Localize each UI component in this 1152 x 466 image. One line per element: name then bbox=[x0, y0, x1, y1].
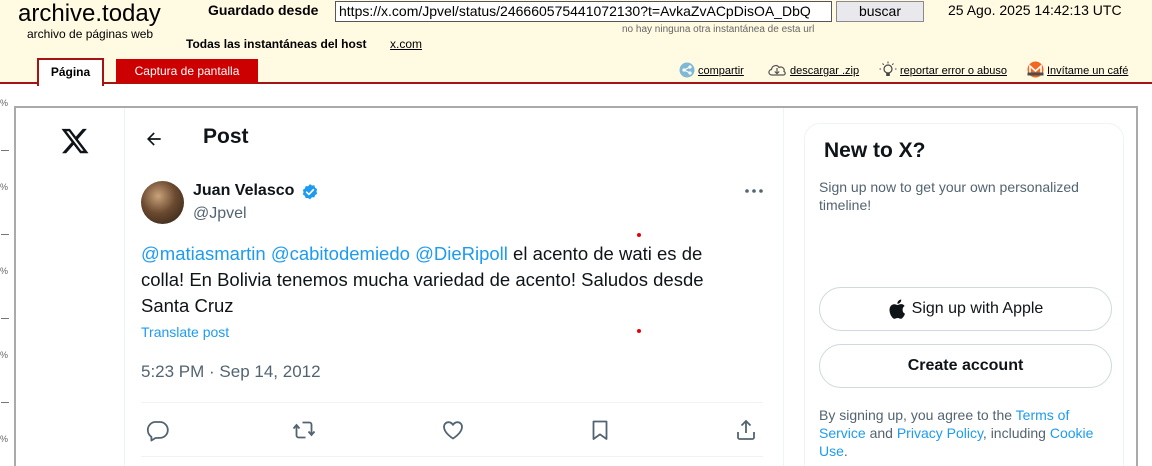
create-account-button[interactable]: Create account bbox=[819, 344, 1112, 388]
share-icon bbox=[679, 62, 695, 81]
privacy-policy-link[interactable]: Privacy Policy bbox=[897, 425, 983, 441]
snapshot-date: 25 Ago. 2025 14:42:13 UTC bbox=[948, 2, 1122, 18]
saved-from-label: Guardado desde bbox=[208, 2, 319, 18]
coffee-label: Invítame un café bbox=[1047, 65, 1129, 77]
tweet-text: @matiasmartin @cabitodemiedo @DieRipoll … bbox=[141, 241, 741, 319]
mention-link[interactable]: @DieRipoll bbox=[415, 243, 508, 264]
divider bbox=[141, 402, 763, 403]
ruler-tick bbox=[1, 150, 9, 151]
ruler-label: % bbox=[0, 98, 9, 108]
avatar[interactable] bbox=[141, 181, 184, 224]
archive-subtitle: archivo de páginas web bbox=[27, 27, 154, 41]
like-icon[interactable] bbox=[441, 418, 465, 442]
captured-page: Post Juan Velasco @Jpvel @matiasmartin @… bbox=[14, 106, 1138, 466]
column-divider bbox=[124, 108, 125, 466]
terms-prefix: By signing up, you agree to the bbox=[819, 407, 1016, 423]
tweet-timestamp[interactable]: 5:23 PM · Sep 14, 2012 bbox=[141, 362, 321, 382]
sign-up-apple-label: Sign up with Apple bbox=[911, 300, 1044, 317]
ruler-label: % bbox=[0, 182, 9, 192]
x-logo-icon[interactable] bbox=[60, 126, 90, 156]
retweet-icon[interactable] bbox=[292, 418, 316, 442]
report-link[interactable]: reportar error o abuso bbox=[879, 61, 1007, 81]
download-zip-link[interactable]: descargar .zip bbox=[767, 61, 859, 81]
archive-header: archive.today archivo de páginas web Gua… bbox=[0, 0, 1152, 86]
lightbulb-icon bbox=[879, 61, 897, 82]
tab-screenshot[interactable]: Captura de pantalla bbox=[116, 59, 258, 83]
signup-description: Sign up now to get your own personalized… bbox=[819, 179, 1079, 213]
search-button[interactable]: buscar bbox=[836, 1, 924, 22]
archive-logo[interactable]: archive.today bbox=[18, 0, 161, 28]
signup-card: New to X? Sign up now to get your own pe… bbox=[804, 123, 1124, 466]
download-zip-label: descargar .zip bbox=[790, 65, 860, 77]
annotation-dot bbox=[637, 329, 641, 333]
reply-icon[interactable] bbox=[146, 418, 170, 442]
more-options-icon[interactable] bbox=[743, 184, 765, 198]
share-label: compartir bbox=[698, 65, 744, 77]
bookmark-icon[interactable] bbox=[588, 418, 612, 442]
report-label: reportar error o abuso bbox=[900, 65, 1007, 77]
terms-text: By signing up, you agree to the Terms of… bbox=[819, 406, 1115, 460]
ruler-label: % bbox=[0, 266, 9, 276]
author-name[interactable]: Juan Velasco bbox=[193, 182, 294, 200]
share-post-icon[interactable] bbox=[734, 418, 758, 442]
mention-link[interactable]: @matiasmartin bbox=[141, 243, 266, 264]
tab-page[interactable]: Página bbox=[37, 58, 104, 86]
all-snapshots-label: Todas las instantáneas del host bbox=[186, 37, 367, 51]
translate-post-link[interactable]: Translate post bbox=[141, 324, 229, 340]
share-link[interactable]: compartir bbox=[679, 61, 744, 81]
terms-and: and bbox=[865, 425, 897, 441]
url-input[interactable]: https://x.com/Jpvel/status/2466605754410… bbox=[335, 1, 832, 22]
ruler-label: % bbox=[0, 434, 9, 444]
annotation-dot bbox=[637, 233, 641, 237]
ruler-tick bbox=[1, 318, 9, 319]
back-arrow-icon[interactable] bbox=[144, 129, 164, 149]
monero-icon bbox=[1027, 61, 1044, 81]
verified-badge-icon bbox=[302, 184, 318, 200]
cloud-download-icon bbox=[767, 63, 787, 80]
author-handle[interactable]: @Jpvel bbox=[193, 205, 247, 223]
coffee-link[interactable]: Invítame un café bbox=[1027, 61, 1128, 81]
page-title: Post bbox=[203, 125, 249, 148]
signup-title: New to X? bbox=[824, 139, 926, 162]
column-divider bbox=[783, 108, 784, 466]
terms-end: . bbox=[843, 443, 848, 459]
divider bbox=[141, 456, 763, 457]
ruler-label: % bbox=[0, 350, 9, 360]
no-other-snapshots-note: no hay ninguna otra instantánea de esta … bbox=[622, 24, 815, 35]
host-link[interactable]: x.com bbox=[390, 37, 422, 51]
sign-up-apple-button[interactable]: Sign up with Apple bbox=[819, 287, 1112, 331]
page-ruler: % % % % % bbox=[0, 86, 14, 466]
terms-including: , including bbox=[982, 425, 1050, 441]
mention-link[interactable]: @cabitodemiedo bbox=[271, 243, 410, 264]
ruler-tick bbox=[1, 234, 9, 235]
apple-icon bbox=[889, 299, 905, 319]
ruler-tick bbox=[1, 402, 9, 403]
